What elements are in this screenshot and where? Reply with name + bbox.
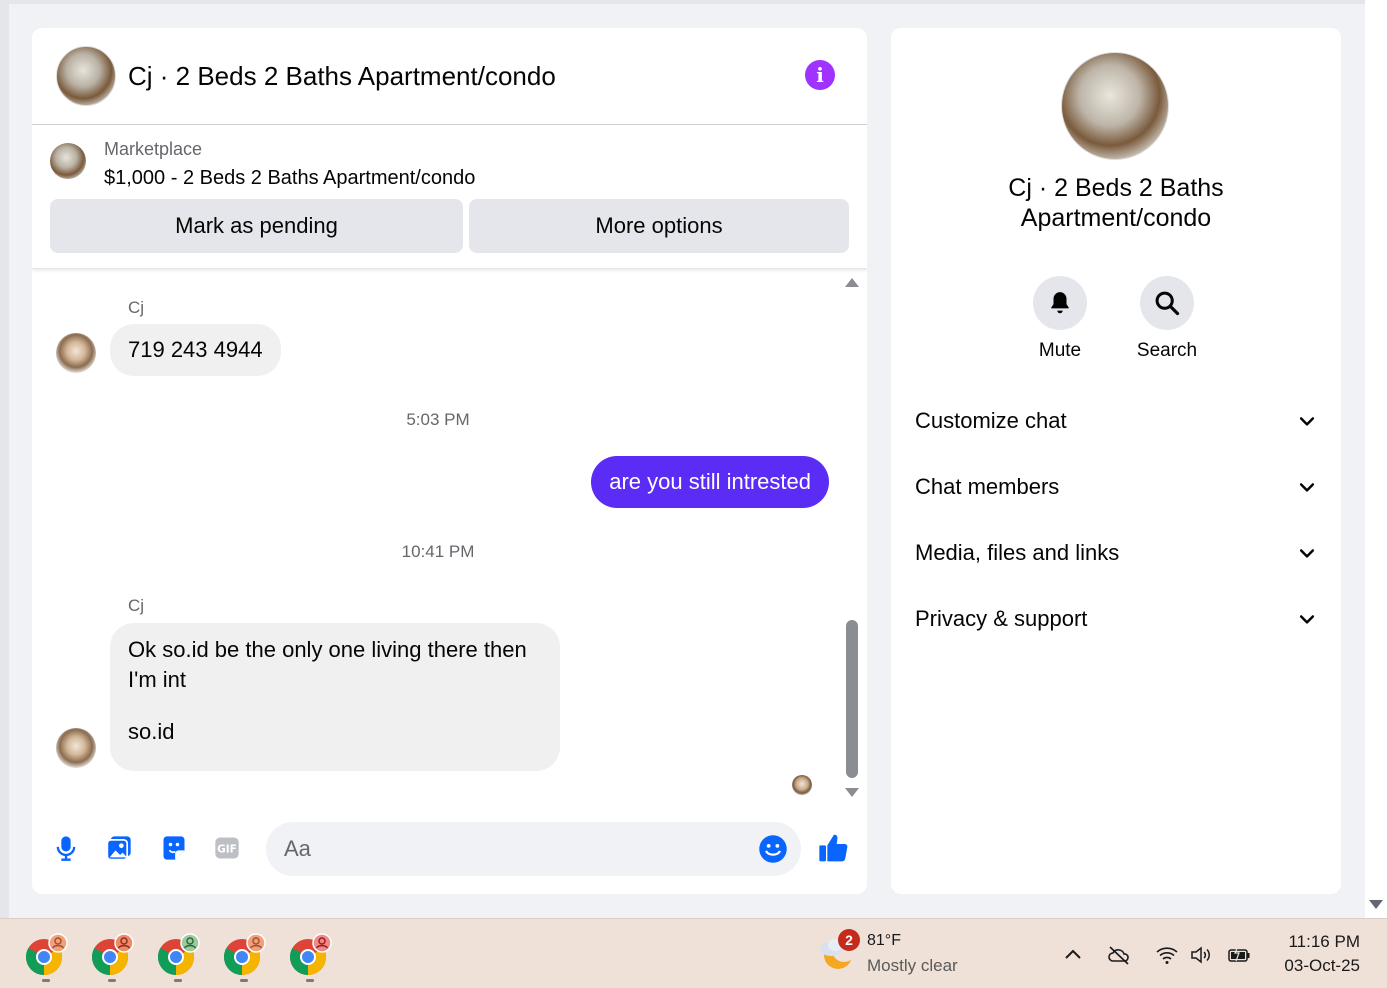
message-input[interactable] — [266, 822, 801, 876]
profile-avatar[interactable] — [1061, 52, 1169, 160]
weather-condition[interactable]: Mostly clear — [867, 956, 958, 976]
taskbar-running-indicator — [240, 979, 248, 982]
taskbar-running-indicator — [42, 979, 50, 982]
conversation-info-panel: Cj · 2 Beds 2 Baths Apartment/condo Mute… — [891, 28, 1341, 894]
thumbs-up-icon[interactable] — [817, 832, 851, 864]
search-action[interactable]: Search — [1112, 276, 1222, 362]
message-line: I'm int — [128, 667, 186, 692]
scroll-down-arrow[interactable] — [845, 788, 859, 797]
sender-avatar[interactable] — [56, 333, 96, 373]
section-media-files-links[interactable]: Media, files and links — [915, 533, 1317, 573]
svg-text:GIF: GIF — [217, 844, 237, 856]
mute-label: Mute — [1038, 340, 1082, 361]
outgoing-message[interactable]: are you still intrested — [591, 456, 829, 508]
emoji-icon[interactable] — [758, 834, 788, 864]
profile-name-line: Cj · 2 Beds 2 Baths — [1008, 174, 1224, 202]
chevron-down-icon — [1299, 549, 1315, 558]
chrome-profile-icon[interactable] — [24, 933, 68, 977]
profile-name[interactable]: Cj · 2 Beds 2 Baths Apartment/condo — [891, 173, 1341, 233]
chevron-down-icon — [1299, 615, 1315, 624]
photo-attach-icon[interactable] — [105, 834, 133, 862]
section-privacy-support[interactable]: Privacy & support — [915, 599, 1317, 639]
sticker-icon[interactable] — [160, 834, 188, 862]
mute-button[interactable] — [1033, 276, 1087, 330]
search-icon — [1155, 291, 1180, 316]
onedrive-offline-icon[interactable] — [1106, 943, 1132, 967]
message-sender-name: Cj — [128, 596, 145, 615]
section-label: Privacy & support — [915, 606, 1088, 631]
listing-source: Marketplace — [104, 139, 203, 159]
taskbar-running-indicator — [108, 979, 116, 982]
chat-panel: Cj · 2 Beds 2 Baths Apartment/condo i Ma… — [32, 28, 867, 894]
more-options-button[interactable]: More options — [469, 199, 849, 253]
search-label: Search — [1136, 340, 1198, 361]
microphone-icon[interactable] — [52, 834, 80, 862]
clock-time[interactable]: 11:16 PM — [1288, 932, 1360, 952]
section-chat-members[interactable]: Chat members — [915, 467, 1317, 507]
message-scrollbar-thumb[interactable] — [846, 620, 858, 778]
weather-temperature[interactable]: 81°F — [867, 932, 901, 950]
scroll-up-arrow[interactable] — [845, 278, 859, 287]
section-label: Customize chat — [915, 408, 1067, 433]
chevron-down-icon — [1299, 417, 1315, 426]
chevron-up-icon[interactable] — [1060, 943, 1086, 967]
chrome-profile-icon[interactable] — [156, 933, 200, 977]
message-line: Ok so.id be the only one living there th… — [128, 637, 527, 662]
taskbar-running-indicator — [306, 979, 314, 982]
chrome-profile-icon[interactable] — [90, 933, 134, 977]
weather-notification-badge: 2 — [838, 929, 860, 951]
marketplace-listing: Marketplace $1,000 - 2 Beds 2 Baths Apar… — [32, 125, 867, 269]
chrome-profile-icon[interactable] — [288, 933, 332, 977]
page-scrollbar[interactable] — [1365, 0, 1387, 918]
page-left-margin — [0, 0, 9, 918]
battery-charging-icon[interactable] — [1226, 943, 1252, 967]
section-label: Chat members — [915, 474, 1060, 499]
listing-thumbnail[interactable] — [50, 143, 86, 179]
gif-icon[interactable]: GIF — [213, 834, 241, 862]
taskbar-running-indicator — [174, 979, 182, 982]
clock-date[interactable]: 03-Oct-25 — [1284, 956, 1360, 976]
volume-icon[interactable] — [1188, 943, 1214, 967]
seen-receipt-avatar — [792, 775, 812, 795]
wifi-icon[interactable] — [1154, 943, 1180, 967]
chevron-down-icon — [1299, 483, 1315, 492]
sender-avatar[interactable] — [56, 728, 96, 768]
message-list[interactable]: Cj 719 243 4944 5:03 PM are you still in… — [32, 270, 867, 810]
message-sender-name: Cj — [128, 298, 145, 317]
incoming-message[interactable]: Ok so.id be the only one living there th… — [110, 623, 560, 771]
message-composer: GIF — [32, 818, 867, 878]
taskbar: 2 81°F Mostly clear 11:16 PM 03-Oct-25 — [0, 918, 1387, 988]
bell-icon — [1051, 292, 1069, 314]
section-customize-chat[interactable]: Customize chat — [915, 401, 1317, 441]
message-line: so.id — [128, 719, 175, 744]
listing-price[interactable]: $1,000 - 2 Beds 2 Baths Apartment/condo — [104, 167, 475, 190]
mark-as-pending-button[interactable]: Mark as pending — [50, 199, 463, 253]
page-scroll-down-arrow[interactable] — [1369, 900, 1383, 909]
page-top-margin — [9, 0, 1365, 4]
profile-name-line: Apartment/condo — [1020, 204, 1212, 232]
message-timestamp: 10:41 PM — [401, 542, 475, 561]
section-label: Media, files and links — [915, 540, 1120, 565]
info-icon[interactable]: i — [805, 60, 835, 90]
incoming-message[interactable]: 719 243 4944 — [110, 324, 281, 376]
chat-header: Cj · 2 Beds 2 Baths Apartment/condo i — [32, 28, 867, 125]
conversation-avatar[interactable] — [56, 46, 116, 106]
search-button[interactable] — [1140, 276, 1194, 330]
chrome-profile-icon[interactable] — [222, 933, 266, 977]
mute-action[interactable]: Mute — [1005, 276, 1115, 362]
message-timestamp: 5:03 PM — [406, 410, 470, 429]
conversation-title[interactable]: Cj · 2 Beds 2 Baths Apartment/condo — [128, 61, 556, 92]
